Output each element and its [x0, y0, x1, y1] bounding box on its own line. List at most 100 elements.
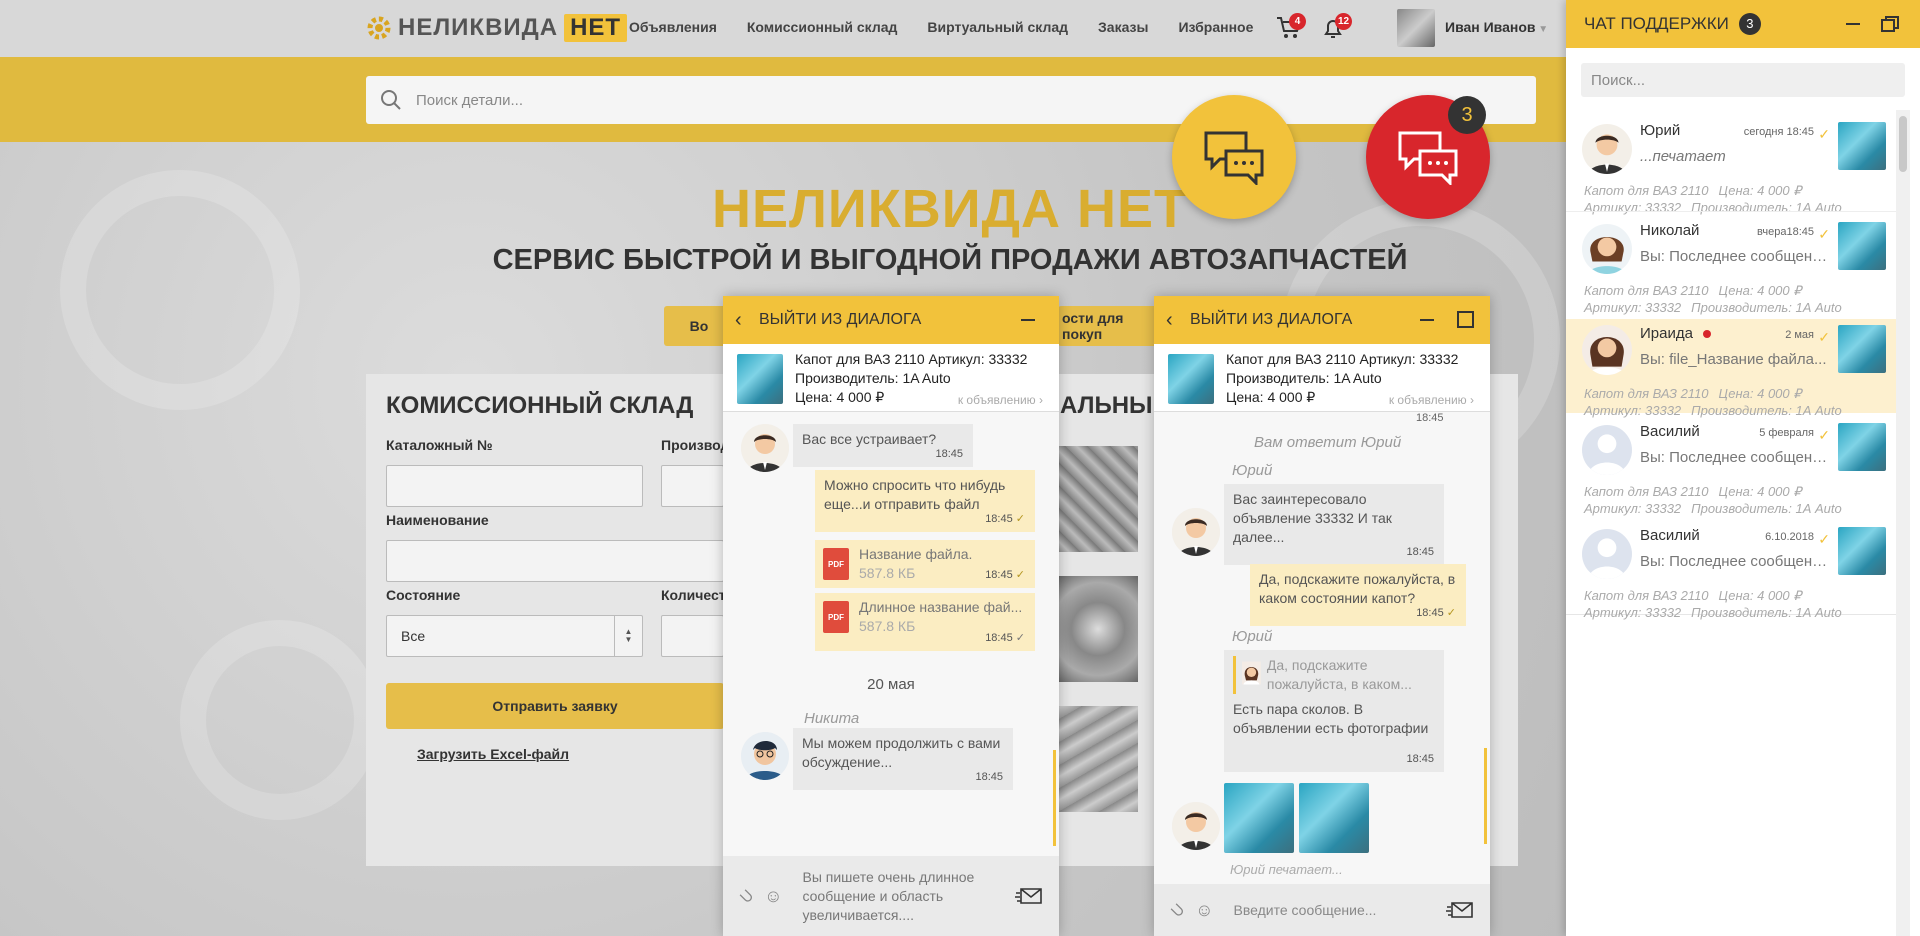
typing-indicator: Юрий печатает... [1230, 862, 1343, 877]
avatar [1582, 224, 1632, 274]
product-thumbnail[interactable] [1168, 354, 1214, 404]
quoted-text: Да, подскажите пожалуйста, в каком... [1266, 657, 1412, 692]
chat2-compose[interactable]: ⊃ ☺ Введите сообщение... [1154, 884, 1490, 936]
state-select[interactable]: Все ▲ ▼ [386, 615, 643, 657]
file-size: 587.8 КБ [859, 565, 916, 581]
catalog-input[interactable] [386, 465, 643, 507]
to-ad-link[interactable]: к объявлению › [1389, 393, 1474, 407]
file-size: 587.8 КБ [859, 618, 916, 634]
emoji-icon[interactable]: ☺ [1195, 900, 1213, 921]
nav-favorites[interactable]: Избранное [1178, 19, 1253, 35]
photo-attachment[interactable] [1224, 783, 1294, 853]
conversation-item-selected[interactable]: Ираида 2 мая ✓ Вы: file_Название файла..… [1566, 319, 1896, 418]
search-icon [381, 90, 401, 110]
producer-input[interactable] [661, 465, 724, 507]
chat-window-2: ‹ ВЫЙТИ ИЗ ДИАЛОГА Капот для ВАЗ 2110 Ар… [1154, 296, 1490, 936]
site-logo[interactable]: НЕЛИКВИДА НЕТ [366, 14, 628, 42]
chat-bubbles-icon [1204, 131, 1264, 185]
nav-ads[interactable]: Объявления [629, 19, 717, 35]
message-time: 18:45 [935, 448, 963, 460]
check-icon: ✓ [1015, 632, 1025, 644]
gear-logo-icon [367, 16, 391, 40]
message-time: 18:45 [1406, 753, 1434, 765]
catalog-image[interactable] [1058, 706, 1138, 812]
support-search-input[interactable]: Поиск... [1581, 63, 1905, 97]
check-icon: ✓ [1015, 569, 1025, 581]
chat2-message-own: Да, подскажите пожалуйста, в каком состо… [1250, 564, 1466, 626]
chat2-exit-dialog[interactable]: ВЫЙТИ ИЗ ДИАЛОГА [1190, 311, 1398, 329]
conversation-time: 5 февраля [1759, 427, 1814, 439]
chat1-header: ‹ ВЫЙТИ ИЗ ДИАЛОГА [723, 296, 1059, 344]
send-icon[interactable] [1446, 901, 1474, 919]
nav-virtual[interactable]: Виртуальный склад [927, 19, 1068, 35]
compose-text[interactable]: Вы пишете очень длинное сообщение и обла… [792, 868, 1005, 925]
chat1-file-message[interactable]: PDF Длинное название фай... 587.8 КБ 18:… [815, 593, 1035, 651]
user-menu[interactable]: Иван Иванов ▼ [1445, 19, 1548, 35]
chat1-product: Капот для ВАЗ 2110 Артикул: 33332 Произв… [723, 344, 1059, 412]
chat1-file-message[interactable]: PDF Название файла. 587.8 КБ 18:45 ✓ [815, 540, 1035, 588]
conversation-item[interactable]: Николай вчера18:45 ✓ Вы: Последнее сообщ… [1566, 211, 1896, 315]
hero-button-left-label: Во [689, 318, 709, 334]
name-input[interactable] [386, 540, 724, 582]
minimize-icon[interactable] [1007, 310, 1047, 330]
user-avatar[interactable] [1397, 9, 1435, 47]
conversation-time: 2 мая [1785, 329, 1814, 341]
back-chevron-icon[interactable]: ‹ [735, 309, 751, 332]
message-input[interactable]: Введите сообщение... [1223, 902, 1436, 918]
file-name: Длинное название фай... [859, 599, 1023, 615]
product-title: Капот для ВАЗ 2110 Артикул: 33332 [795, 351, 1028, 367]
check-icon: ✓ [1818, 226, 1830, 242]
chat-window-1: ‹ ВЫЙТИ ИЗ ДИАЛОГА Капот для ВАЗ 2110 Ар… [723, 296, 1059, 936]
message-text: Есть пара сколов. В объявлении есть фото… [1233, 701, 1429, 736]
conversation-preview: Вы: Последнее сообщение... [1640, 553, 1830, 570]
minimize-icon[interactable] [1838, 14, 1868, 34]
catalog-image[interactable] [1058, 576, 1138, 682]
chat1-message: Вас все устраивает? 18:45 [793, 424, 973, 467]
conversation-item[interactable]: Василий 6.10.2018 ✓ Вы: Последнее сообще… [1566, 517, 1896, 620]
excel-upload-link[interactable]: Загрузить Excel-файл [417, 746, 569, 762]
quoted-message[interactable]: Да, подскажите пожалуйста, в каком... [1233, 656, 1435, 694]
back-chevron-icon[interactable]: ‹ [1166, 309, 1182, 332]
conversation-time: вчера18:45 [1757, 226, 1814, 238]
chat2-message: Вас заинтересовало объявление 33332 И та… [1224, 484, 1444, 565]
conversation-item[interactable]: Юрий сегодня 18:45 ✓ ...печатает Капот д… [1566, 112, 1896, 215]
system-message: Вам ответит Юрий [1254, 434, 1402, 451]
photo-attachment[interactable] [1299, 783, 1369, 853]
chat1-compose[interactable]: ⊃ ☺ Вы пишете очень длинное сообщение и … [723, 856, 1059, 936]
restore-window-icon[interactable] [1878, 14, 1902, 34]
contact-name: Василий [1640, 423, 1700, 440]
catalog-image[interactable] [1058, 446, 1138, 552]
emoji-icon[interactable]: ☺ [764, 886, 782, 907]
product-thumbnail[interactable] [737, 354, 783, 404]
date-separator: 20 мая [867, 676, 915, 693]
conversation-item[interactable]: Василий 5 февраля ✓ Вы: Последнее сообще… [1566, 413, 1896, 517]
attach-icon[interactable]: ⊃ [1165, 897, 1190, 923]
panel-scrollbar-thumb[interactable] [1899, 116, 1907, 172]
search-input[interactable]: Поиск детали... [366, 76, 1536, 124]
product-thumbnail [1838, 122, 1886, 170]
chat1-exit-dialog[interactable]: ВЫЙТИ ИЗ ДИАЛОГА [759, 311, 999, 329]
chat1-message-own: Можно спросить что нибудь еще...и отправ… [815, 470, 1035, 532]
send-icon[interactable] [1015, 887, 1043, 905]
hero-button-right[interactable]: ости для покуп [1058, 306, 1158, 346]
select-arrows-icon: ▲ ▼ [614, 616, 642, 656]
scrollbar[interactable] [1484, 748, 1487, 844]
nav-orders[interactable]: Заказы [1098, 19, 1148, 35]
chat-fab-yellow[interactable] [1172, 95, 1296, 219]
commission-title: КОМИССИОННЫЙ СКЛАД [386, 392, 694, 419]
avatar [1582, 425, 1632, 475]
scrollbar[interactable] [1053, 750, 1056, 846]
check-icon: ✓ [1818, 126, 1830, 142]
logo-accent: НЕТ [564, 14, 628, 42]
submit-button[interactable]: Отправить заявку [386, 683, 724, 729]
qty-input[interactable] [661, 615, 724, 657]
attach-icon[interactable]: ⊃ [734, 883, 759, 909]
sender-name: Юрий [1232, 462, 1273, 479]
avatar [1172, 508, 1220, 556]
search-placeholder: Поиск детали... [416, 91, 524, 109]
minimize-icon[interactable] [1406, 310, 1446, 330]
nav-commission[interactable]: Комиссионный склад [747, 19, 898, 35]
to-ad-link[interactable]: к объявлению › [958, 393, 1043, 407]
panel-scrollbar-track[interactable] [1896, 110, 1910, 936]
maximize-icon[interactable] [1454, 310, 1478, 330]
